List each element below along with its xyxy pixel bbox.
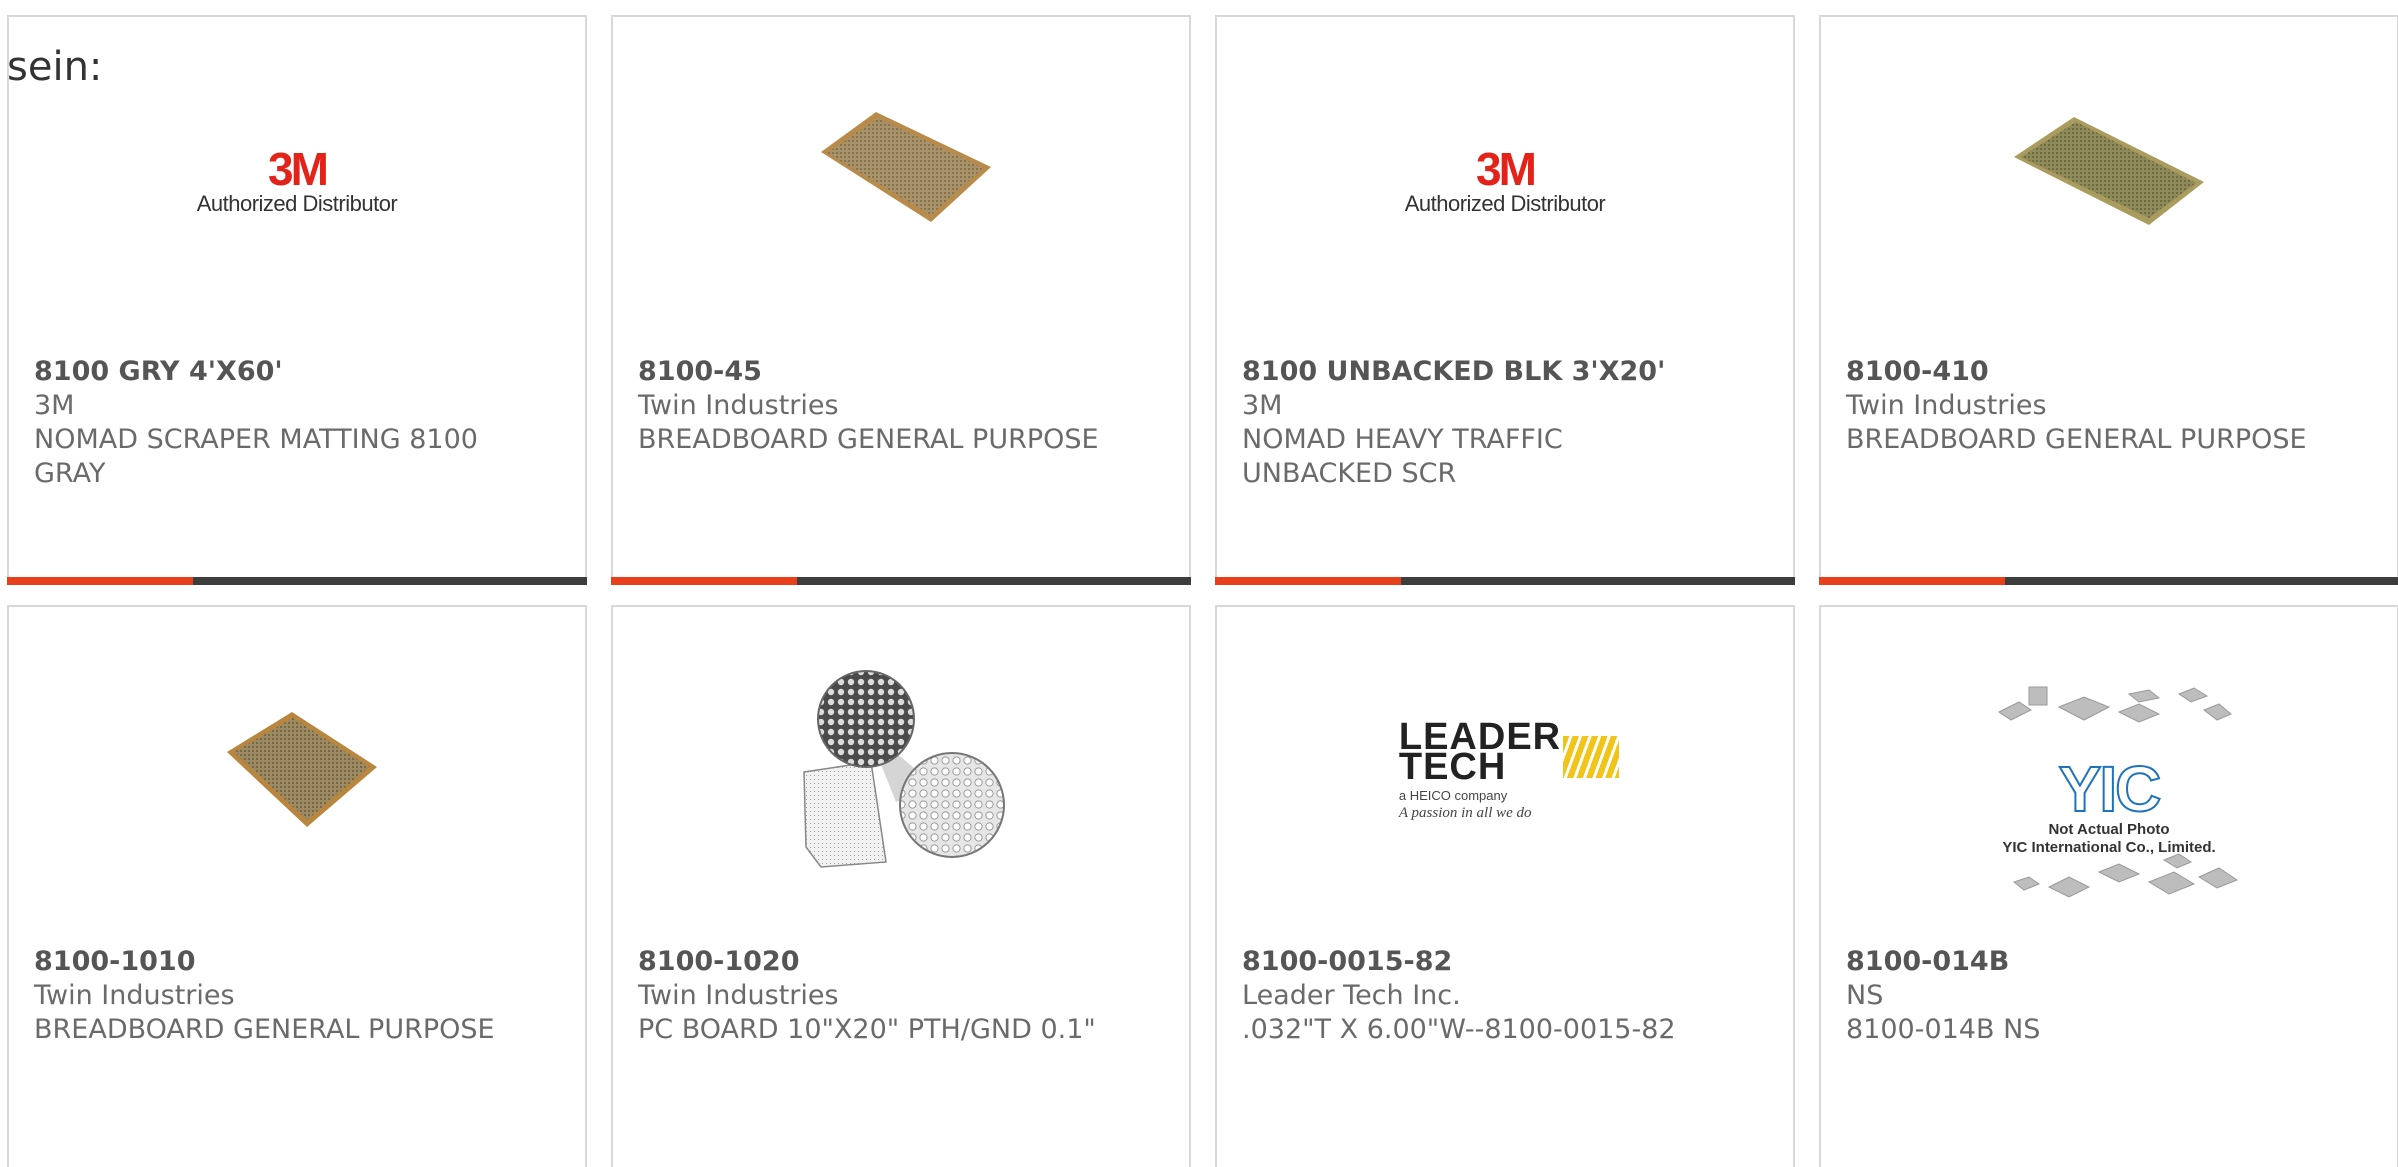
leader-tech-stripes-icon — [1563, 736, 1620, 778]
page-label: sein: — [7, 44, 103, 90]
manufacturer: 3M — [1242, 390, 1283, 421]
part-number[interactable]: 8100-1010 — [34, 945, 504, 979]
manufacturer: Twin Industries — [638, 390, 839, 421]
product-info: 8100-410 Twin Industries BREADBOARD GENE… — [1846, 355, 2316, 457]
yic-logo-icon: YIC Not Actual Photo YIC International C… — [2002, 753, 2216, 857]
product-card[interactable]: 3M Authorized Distributor 8100 GRY 4'X60… — [7, 15, 587, 585]
product-image[interactable]: 3M Authorized Distributor — [1385, 82, 1625, 282]
3m-logo-mark: 3M — [1476, 143, 1537, 195]
search-results-page: sein: 3M Authorized Distributor 8100 GRY… — [0, 0, 2398, 1167]
card-progress-bar — [1215, 577, 1795, 585]
manufacturer: Leader Tech Inc. — [1242, 980, 1461, 1011]
product-card[interactable]: 8100-410 Twin Industries BREADBOARD GENE… — [1819, 15, 2398, 585]
leader-tech-subtitle: a HEICO company — [1398, 788, 1508, 803]
card-progress-bar — [7, 577, 587, 585]
3m-logo-subtitle: Authorized Distributor — [1404, 191, 1606, 216]
description: PC BOARD 10"X20" PTH/GND 0.1" — [638, 1014, 1096, 1045]
product-card[interactable]: YIC Not Actual Photo YIC International C… — [1819, 605, 2398, 1167]
product-image[interactable]: 3M Authorized Distributor — [177, 82, 417, 282]
manufacturer: Twin Industries — [1846, 390, 2047, 421]
description: .032"T X 6.00"W--8100-0015-82 — [1242, 1014, 1676, 1045]
breadboard-icon — [821, 112, 991, 222]
manufacturer: 3M — [34, 390, 75, 421]
product-info: 8100-1010 Twin Industries BREADBOARD GEN… — [34, 945, 504, 1047]
product-image[interactable] — [177, 672, 417, 872]
card-progress-fill — [611, 577, 797, 585]
product-grid: 3M Authorized Distributor 8100 GRY 4'X60… — [7, 15, 2398, 1167]
product-image[interactable] — [781, 82, 1021, 282]
part-number[interactable]: 8100-0015-82 — [1242, 945, 1712, 979]
manufacturer: NS — [1846, 980, 1884, 1011]
pc-board-icon — [803, 670, 1005, 868]
description: BREADBOARD GENERAL PURPOSE — [638, 424, 1099, 455]
card-progress-bar — [611, 577, 1191, 585]
part-number[interactable]: 8100-1020 — [638, 945, 1108, 979]
leader-tech-word-2: TECH — [1398, 746, 1507, 788]
3m-logo-mark: 3M — [268, 143, 329, 195]
leader-tech-logo-icon: LEADER TECH a HEICO company A passion in… — [1398, 718, 1620, 822]
breadboard-icon — [227, 712, 377, 827]
part-number[interactable]: 8100-014B — [1846, 945, 2316, 979]
product-info: 8100 UNBACKED BLK 3'X20' 3M NOMAD HEAVY … — [1242, 355, 1712, 491]
product-info: 8100-014B NS 8100-014B NS — [1846, 945, 2316, 1047]
product-image[interactable] — [781, 670, 1021, 872]
card-progress-bar — [1819, 577, 2398, 585]
leader-tech-tagline: A passion in all we do — [1398, 805, 1532, 821]
3m-logo-icon: 3M Authorized Distributor — [196, 143, 398, 217]
product-info: 8100-45 Twin Industries BREADBOARD GENER… — [638, 355, 1108, 457]
3m-logo-icon: 3M Authorized Distributor — [1404, 143, 1606, 217]
product-card[interactable]: 8100-45 Twin Industries BREADBOARD GENER… — [611, 15, 1191, 585]
part-number[interactable]: 8100 GRY 4'X60' — [34, 355, 504, 389]
yic-note-line-1: Not Actual Photo — [2048, 821, 2170, 838]
product-card[interactable]: LEADER TECH a HEICO company A passion in… — [1215, 605, 1795, 1167]
product-card[interactable]: 3M Authorized Distributor 8100 UNBACKED … — [1215, 15, 1795, 585]
product-card[interactable]: 8100-1020 Twin Industries PC BOARD 10"X2… — [611, 605, 1191, 1167]
product-image[interactable]: YIC Not Actual Photo YIC International C… — [1969, 682, 2249, 922]
product-image[interactable]: LEADER TECH a HEICO company A passion in… — [1385, 672, 1625, 872]
description: NOMAD HEAVY TRAFFIC UNBACKED SCR — [1242, 424, 1563, 489]
yic-logo-mark: YIC — [2058, 753, 2163, 825]
3m-logo-subtitle: Authorized Distributor — [196, 191, 398, 216]
product-card[interactable]: 8100-1010 Twin Industries BREADBOARD GEN… — [7, 605, 587, 1167]
product-image[interactable] — [1989, 82, 2229, 282]
manufacturer: Twin Industries — [34, 980, 235, 1011]
yic-note-line-2: YIC International Co., Limited. — [2002, 839, 2216, 856]
manufacturer: Twin Industries — [638, 980, 839, 1011]
part-number[interactable]: 8100 UNBACKED BLK 3'X20' — [1242, 355, 1712, 389]
description: 8100-014B NS — [1846, 1014, 2041, 1045]
breadboard-icon — [2014, 117, 2204, 225]
description: NOMAD SCRAPER MATTING 8100 GRAY — [34, 424, 478, 489]
card-progress-fill — [7, 577, 193, 585]
card-progress-fill — [1215, 577, 1401, 585]
product-info: 8100-1020 Twin Industries PC BOARD 10"X2… — [638, 945, 1108, 1047]
part-number[interactable]: 8100-410 — [1846, 355, 2316, 389]
product-info: 8100-0015-82 Leader Tech Inc. .032"T X 6… — [1242, 945, 1712, 1047]
card-progress-fill — [1819, 577, 2005, 585]
description: BREADBOARD GENERAL PURPOSE — [1846, 424, 2307, 455]
description: BREADBOARD GENERAL PURPOSE — [34, 1014, 495, 1045]
part-number[interactable]: 8100-45 — [638, 355, 1108, 389]
product-info: 8100 GRY 4'X60' 3M NOMAD SCRAPER MATTING… — [34, 355, 504, 491]
